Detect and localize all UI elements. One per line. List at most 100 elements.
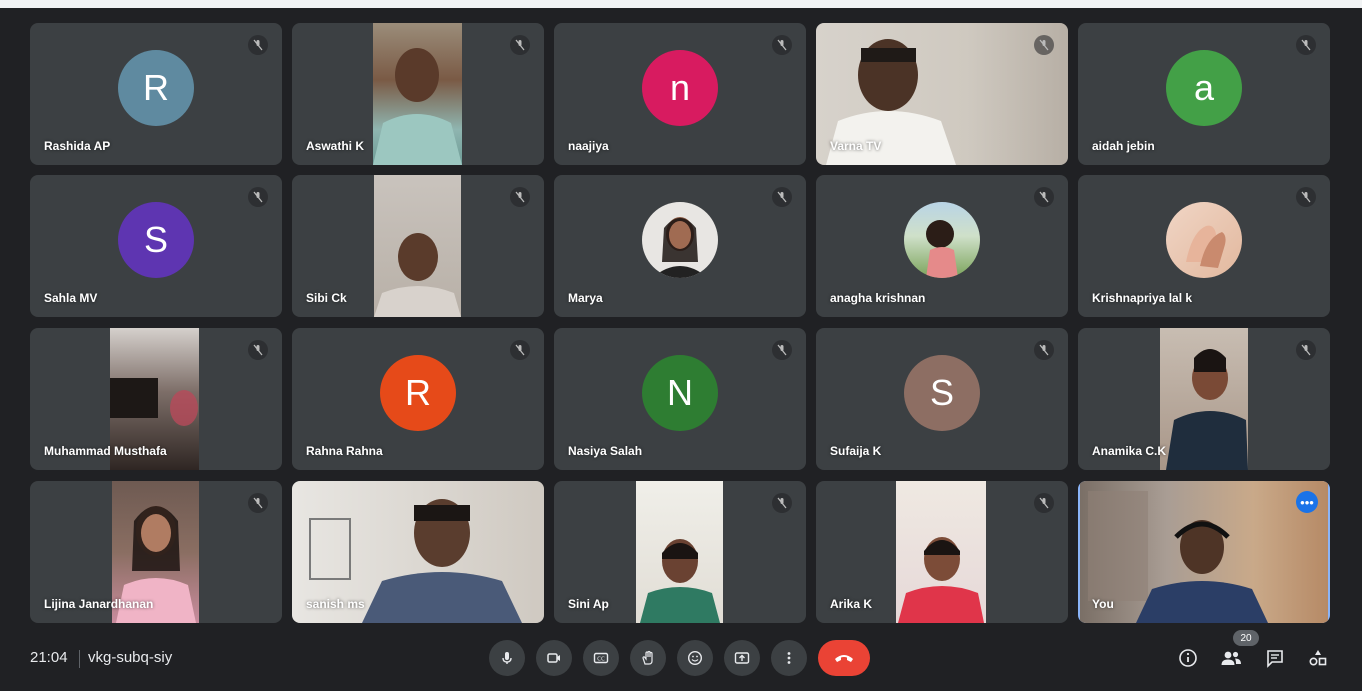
mic-off-icon — [1034, 340, 1054, 360]
participant-name: Sahla MV — [44, 291, 98, 305]
mic-off-icon — [772, 187, 792, 207]
participant-tile[interactable]: Krishnapriya lal k — [1078, 175, 1330, 317]
participant-name: Sibi Ck — [306, 291, 347, 305]
participant-tile[interactable]: Anamika C.K — [1078, 328, 1330, 470]
avatar: R — [380, 355, 456, 431]
video-feed — [373, 23, 462, 165]
participant-grid: R Rashida AP Aswathi K n naajiya Varna T… — [30, 23, 1330, 623]
emoji-icon — [687, 650, 703, 666]
more-options-button[interactable] — [771, 640, 807, 676]
participant-tile[interactable]: sanish ms — [292, 481, 544, 623]
participant-name: Rashida AP — [44, 139, 111, 153]
avatar: a — [1166, 50, 1242, 126]
avatar: R — [118, 50, 194, 126]
people-button[interactable] — [1219, 646, 1243, 670]
mic-off-icon — [772, 35, 792, 55]
participant-tile[interactable]: Marya — [554, 175, 806, 317]
video-feed — [1160, 328, 1248, 470]
participant-tile[interactable]: anagha krishnan — [816, 175, 1068, 317]
avatar: n — [642, 50, 718, 126]
mic-off-icon — [1034, 187, 1054, 207]
mic-off-icon — [1034, 35, 1054, 55]
mic-off-icon — [510, 187, 530, 207]
more-vertical-icon — [787, 652, 791, 664]
participant-tile[interactable]: Sibi Ck — [292, 175, 544, 317]
mic-off-icon — [772, 493, 792, 513]
participant-name: aidah jebin — [1092, 139, 1155, 153]
participant-name: anagha krishnan — [830, 291, 926, 305]
participant-tile[interactable]: Varna TV — [816, 23, 1068, 165]
divider — [79, 650, 80, 668]
leave-call-button[interactable] — [818, 640, 870, 676]
participant-tile[interactable]: R Rahna Rahna — [292, 328, 544, 470]
self-view-tile[interactable]: ••• You — [1078, 481, 1330, 623]
people-icon — [1221, 651, 1241, 665]
mic-off-icon — [510, 35, 530, 55]
mic-off-icon — [772, 340, 792, 360]
raise-hand-button[interactable] — [630, 640, 666, 676]
microphone-button[interactable] — [489, 640, 525, 676]
participant-tile[interactable]: Lijina Janardhanan — [30, 481, 282, 623]
participant-name: Krishnapriya lal k — [1092, 291, 1193, 305]
video-feed — [374, 175, 461, 317]
meeting-code: vkg-subq-siy — [88, 649, 173, 666]
participant-name: You — [1092, 597, 1114, 611]
participant-name: Muhammad Musthafa — [44, 444, 167, 458]
video-feed — [636, 481, 723, 623]
participant-name: Arika K — [830, 597, 873, 611]
captions-button[interactable]: CC — [583, 640, 619, 676]
activities-button[interactable] — [1306, 646, 1330, 670]
mic-off-icon — [1296, 187, 1316, 207]
present-button[interactable] — [724, 640, 760, 676]
participant-tile[interactable]: S Sufaija K — [816, 328, 1068, 470]
meeting-time: 21:04 — [30, 649, 68, 666]
chat-icon — [1267, 650, 1283, 668]
browser-top-strip — [0, 0, 1362, 8]
profile-photo — [904, 202, 980, 278]
profile-photo — [642, 202, 718, 278]
captions-icon: CC — [593, 652, 609, 664]
profile-photo — [1166, 202, 1242, 278]
mic-off-icon — [510, 340, 530, 360]
participant-name: Rahna Rahna — [306, 444, 383, 458]
mic-off-icon — [248, 187, 268, 207]
avatar: S — [904, 355, 980, 431]
participant-tile[interactable]: a aidah jebin — [1078, 23, 1330, 165]
reactions-button[interactable] — [677, 640, 713, 676]
participant-name: sanish ms — [306, 597, 365, 611]
participant-tile[interactable]: n naajiya — [554, 23, 806, 165]
info-icon — [1179, 649, 1197, 667]
meeting-details-button[interactable] — [1176, 646, 1200, 670]
mic-off-icon — [1296, 340, 1316, 360]
video-feed — [896, 481, 986, 623]
participant-tile[interactable]: Muhammad Musthafa — [30, 328, 282, 470]
participant-tile[interactable]: N Nasiya Salah — [554, 328, 806, 470]
participant-name: Lijina Janardhanan — [44, 597, 154, 611]
present-screen-icon — [734, 652, 750, 664]
participant-tile[interactable]: Sini Ap — [554, 481, 806, 623]
mic-off-icon — [248, 340, 268, 360]
participant-name: naajiya — [568, 139, 609, 153]
participant-tile[interactable]: Aswathi K — [292, 23, 544, 165]
avatar: S — [118, 202, 194, 278]
mic-off-icon — [248, 35, 268, 55]
participant-tile[interactable]: S Sahla MV — [30, 175, 282, 317]
participant-tile[interactable]: Arika K — [816, 481, 1068, 623]
participant-name: Varna TV — [830, 139, 882, 153]
svg-text:CC: CC — [597, 657, 605, 663]
mic-off-icon — [1034, 493, 1054, 513]
participant-name: Nasiya Salah — [568, 444, 643, 458]
participant-tile[interactable]: R Rashida AP — [30, 23, 282, 165]
more-options-icon[interactable]: ••• — [1296, 491, 1318, 513]
participant-name: Sini Ap — [568, 597, 609, 611]
camera-button[interactable] — [536, 640, 572, 676]
mic-off-icon — [248, 493, 268, 513]
participant-name: Anamika C.K — [1092, 444, 1167, 458]
participant-name: Aswathi K — [306, 139, 365, 153]
microphone-icon — [502, 652, 512, 664]
hand-icon — [642, 650, 653, 665]
activities-icon — [1309, 650, 1327, 666]
camera-icon — [547, 653, 560, 663]
chat-button[interactable] — [1263, 646, 1287, 670]
participant-name: Sufaija K — [830, 444, 882, 458]
